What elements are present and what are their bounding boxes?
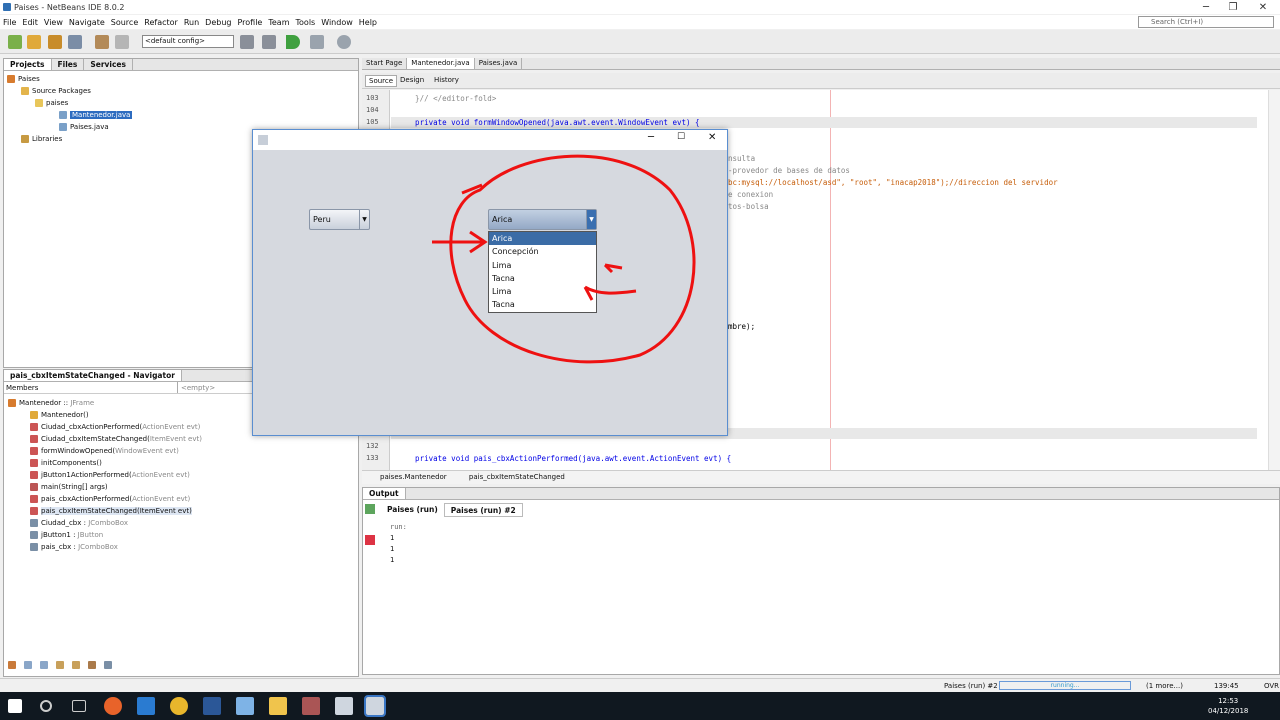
red-annotation (432, 154, 696, 364)
